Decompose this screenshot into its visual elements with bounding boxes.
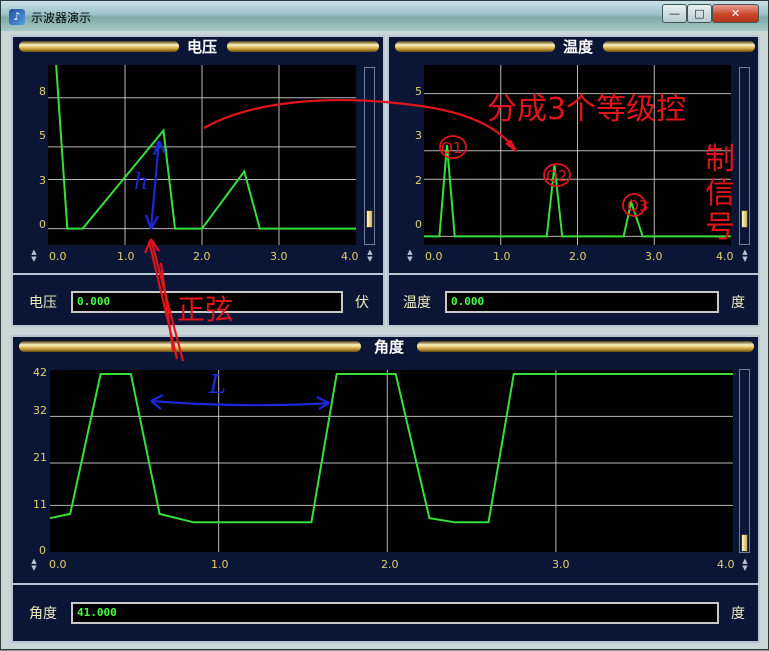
angle-chart	[50, 370, 733, 552]
angle-plot-area[interactable]	[50, 370, 733, 552]
temperature-panel-header: 温度	[389, 37, 758, 57]
temperature-readout-label: 温度	[403, 292, 431, 312]
voltage-panel: 电压 8 5 3 0 0.0 1.0 2.0 3.0 4.0 ▲▼ ▲▼ 电压 …	[11, 35, 385, 327]
angle-readout-bar: 角度 41.000 度	[13, 583, 758, 641]
scroll-y-arrows[interactable]: ▲▼	[405, 249, 415, 263]
temperature-panel: 温度 5 3 2 0 0.0 1.0 2.0 3.0 4.0 ▲▼ ▲▼ 温度 …	[387, 35, 760, 327]
x-tick: 4.0	[716, 250, 734, 263]
scroll-x-arrows[interactable]: ▲▼	[740, 249, 750, 263]
y-tick: 21	[33, 451, 47, 464]
angle-value-field[interactable]: 41.000	[71, 602, 719, 624]
scroll-y-arrows[interactable]: ▲▼	[29, 558, 39, 572]
gold-bar-right	[227, 41, 379, 52]
gold-bar-right	[603, 41, 755, 52]
x-tick: 3.0	[645, 250, 663, 263]
y-tick: 11	[33, 498, 47, 511]
temperature-unit: 度	[731, 292, 745, 312]
temperature-value-field[interactable]: 0.000	[445, 291, 719, 313]
y-tick: 42	[33, 366, 47, 379]
x-tick: 3.0	[552, 558, 570, 571]
close-button[interactable]: ✕	[712, 4, 759, 23]
y-tick: 32	[33, 404, 47, 417]
app-window: ♪ 示波器演示 — □ ✕ 电压 8 5 3 0 0.0 1.0 2.0 3.0…	[0, 0, 769, 650]
gold-bar-right	[417, 341, 754, 352]
y-tick: 3	[39, 174, 46, 187]
scroll-thumb[interactable]	[366, 210, 373, 228]
y-tick: 5	[39, 129, 46, 142]
y-tick: 0	[39, 218, 46, 231]
title-bar[interactable]: ♪ 示波器演示 — □ ✕	[1, 1, 768, 31]
temperature-readout-bar: 温度 0.000 度	[389, 273, 758, 325]
angle-unit: 度	[731, 603, 745, 623]
gold-bar-left	[19, 341, 361, 352]
y-tick: 3	[415, 129, 422, 142]
y-tick: 0	[39, 544, 46, 557]
scroll-thumb[interactable]	[741, 210, 748, 228]
scroll-thumb[interactable]	[741, 534, 748, 552]
gold-bar-left	[395, 41, 555, 52]
angle-panel: 角度 42 32 21 11 0 0.0 1.0 2.0 3.0 4.0 ▲▼ …	[11, 335, 760, 643]
minimize-button[interactable]: —	[662, 4, 687, 23]
app-logo-icon: ♪	[9, 9, 25, 25]
scroll-y-arrows[interactable]: ▲▼	[29, 249, 39, 263]
x-tick: 0.0	[49, 250, 67, 263]
y-tick: 5	[415, 85, 422, 98]
voltage-unit: 伏	[355, 292, 369, 312]
angle-scrollbar[interactable]	[739, 369, 750, 553]
y-tick: 2	[415, 174, 422, 187]
y-tick: 0	[415, 218, 422, 231]
angle-readout-label: 角度	[29, 603, 57, 623]
temperature-panel-title: 温度	[555, 37, 601, 57]
x-tick: 4.0	[341, 250, 359, 263]
voltage-readout-label: 电压	[29, 292, 57, 312]
temperature-chart	[424, 65, 731, 245]
angle-panel-header: 角度	[13, 337, 758, 357]
x-tick: 2.0	[569, 250, 587, 263]
voltage-panel-header: 电压	[13, 37, 383, 57]
x-tick: 1.0	[211, 558, 229, 571]
voltage-readout-bar: 电压 0.000 伏	[13, 273, 383, 325]
maximize-button[interactable]: □	[687, 4, 712, 23]
temperature-plot-area[interactable]	[424, 65, 731, 245]
voltage-chart	[48, 65, 356, 245]
x-tick: 2.0	[381, 558, 399, 571]
data-series-line	[50, 374, 733, 522]
angle-panel-title: 角度	[361, 337, 417, 357]
voltage-panel-title: 电压	[179, 37, 225, 57]
voltage-scrollbar[interactable]	[364, 67, 375, 245]
x-tick: 1.0	[117, 250, 135, 263]
x-tick: 0.0	[425, 250, 443, 263]
x-tick: 1.0	[493, 250, 511, 263]
x-tick: 4.0	[717, 558, 735, 571]
window-title: 示波器演示	[31, 9, 91, 26]
x-tick: 0.0	[49, 558, 67, 571]
voltage-plot-area[interactable]	[48, 65, 356, 245]
x-tick: 3.0	[270, 250, 288, 263]
voltage-value-field[interactable]: 0.000	[71, 291, 343, 313]
scroll-x-arrows[interactable]: ▲▼	[365, 249, 375, 263]
x-tick: 2.0	[193, 250, 211, 263]
y-tick: 8	[39, 85, 46, 98]
temperature-scrollbar[interactable]	[739, 67, 750, 245]
scroll-x-arrows[interactable]: ▲▼	[740, 558, 750, 572]
gold-bar-left	[19, 41, 179, 52]
